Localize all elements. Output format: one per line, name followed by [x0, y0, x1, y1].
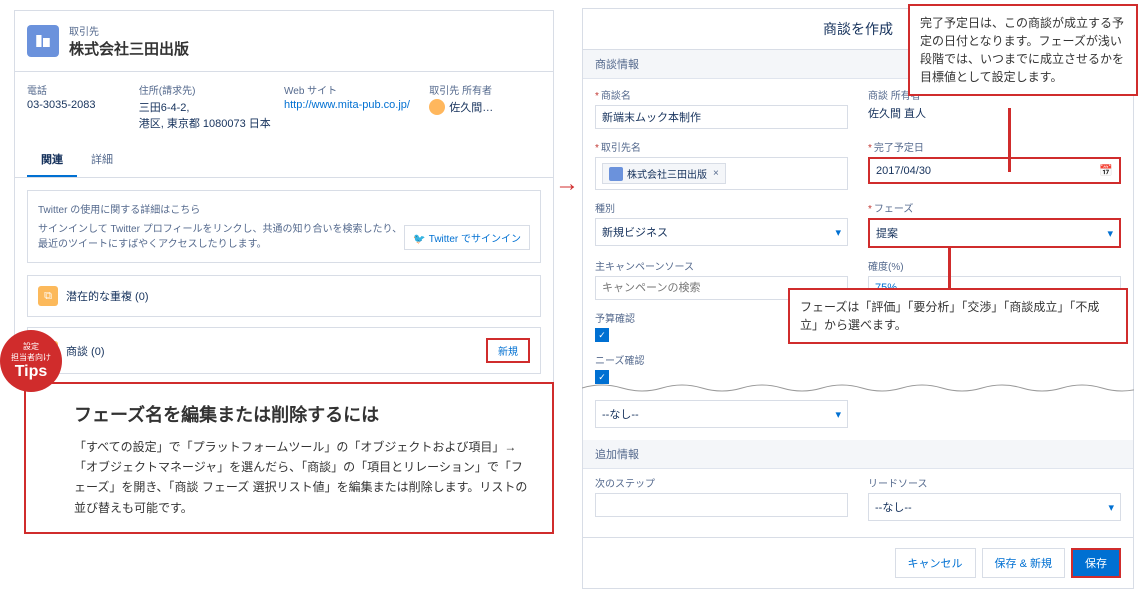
twitter-title: Twitter の使用に関する詳細はこちら [38, 201, 530, 216]
account-name-label: 取引先名 [595, 139, 848, 154]
record-name: 株式会社三田出版 [69, 38, 189, 59]
modal-lower: --なし-- ▾ 追加情報 次のステップ リードソース --なし-- ▾ [582, 394, 1134, 589]
phone-value: 03-3035-2083 [27, 99, 139, 111]
account-record-panel: 取引先 株式会社三田出版 電話 03-3035-2083 住所(請求先) 三田6… [14, 10, 554, 385]
opportunities-title: 商談 (0) [66, 343, 486, 359]
decision-select[interactable]: --なし-- ▾ [595, 400, 848, 428]
phone-label: 電話 [27, 82, 139, 97]
account-pill-text: 株式会社三田出版 [627, 166, 707, 181]
close-date-label: 完了予定日 [868, 139, 1121, 154]
wavy-separator [582, 382, 1134, 394]
callout-connector [948, 248, 951, 289]
tips-badge: 設定 担当者向け Tips [0, 330, 62, 392]
website-link[interactable]: http://www.mita-pub.co.jp/ [284, 99, 410, 111]
account-icon [27, 25, 59, 57]
record-tabs: 関連 詳細 [15, 143, 553, 178]
tab-related[interactable]: 関連 [27, 143, 77, 177]
duplicate-icon: ⧉ [38, 286, 58, 306]
record-header: 取引先 株式会社三田出版 [15, 11, 553, 72]
address-line2: 港区, 東京都 1080073 日本 [139, 115, 284, 131]
callout-close-date: 完了予定日は、この商談が成立する予定の日付となります。フェーズが浅い段階では、い… [908, 4, 1138, 96]
address-line1: 三田6-4-2, [139, 99, 284, 115]
twitter-signin-button[interactable]: 🐦Twitter でサインイン [404, 225, 530, 250]
twitter-card: Twitter の使用に関する詳細はこちら サインインして Twitter プロ… [27, 190, 541, 263]
save-button[interactable]: 保存 [1071, 548, 1121, 578]
tips-title: フェーズ名を編集または削除するには [74, 400, 532, 431]
type-label: 種別 [595, 200, 848, 215]
close-date-value: 2017/04/30 [876, 165, 931, 177]
tab-detail[interactable]: 詳細 [77, 143, 127, 177]
opp-owner-value: 佐久間 直人 [868, 105, 1121, 121]
cancel-button[interactable]: キャンセル [895, 548, 976, 578]
callout-phase: フェーズは「評価」「要分析」「交渉」「商談成立」「不成立」から選べます。 [788, 288, 1128, 344]
twitter-icon: 🐦 [413, 234, 425, 245]
account-pill-icon [609, 167, 623, 181]
remove-pill-icon[interactable]: × [713, 168, 719, 179]
account-lookup[interactable]: 株式会社三田出版 × [595, 157, 848, 190]
chevron-down-icon: ▾ [1107, 227, 1113, 240]
phase-label: フェーズ [868, 200, 1121, 215]
related-opportunities[interactable]: 🛍 商談 (0) 新規 [27, 327, 541, 374]
modal-footer: キャンセル 保存 & 新規 保存 [583, 537, 1133, 589]
campaign-label: 主キャンペーンソース [595, 258, 848, 273]
phase-value: 提案 [876, 225, 898, 241]
budget-checkbox[interactable]: ✓ [595, 328, 609, 342]
lead-source-label: リードソース [868, 475, 1121, 490]
type-value: 新規ビジネス [602, 224, 668, 240]
address-label: 住所(請求先) [139, 82, 284, 97]
highlight-fields: 電話 03-3035-2083 住所(請求先) 三田6-4-2, 港区, 東京都… [15, 72, 553, 137]
next-step-label: 次のステップ [595, 475, 848, 490]
callout-connector [1008, 108, 1011, 172]
phase-select[interactable]: 提案 ▾ [868, 218, 1121, 248]
chevron-down-icon: ▾ [835, 226, 841, 239]
lead-source-select[interactable]: --なし-- ▾ [868, 493, 1121, 521]
next-step-input[interactable] [595, 493, 848, 517]
arrow-icon: → [555, 170, 579, 198]
chevron-down-icon: ▾ [1108, 501, 1114, 514]
duplicates-title: 潜在的な重複 (0) [66, 288, 530, 304]
type-select[interactable]: 新規ビジネス ▾ [595, 218, 848, 246]
record-type-label: 取引先 [69, 23, 189, 38]
avatar [429, 99, 445, 115]
website-label: Web サイト [284, 82, 429, 97]
twitter-desc: サインインして Twitter プロフィールをリンクし、共通の知り合いを検索した… [38, 222, 404, 252]
chevron-down-icon: ▾ [835, 408, 841, 421]
calendar-icon[interactable]: 📅 [1099, 164, 1113, 177]
opp-name-input[interactable] [595, 105, 848, 129]
owner-name: 佐久間… [449, 99, 493, 115]
new-opportunity-button[interactable]: 新規 [486, 338, 530, 363]
opp-name-label: 商談名 [595, 87, 848, 102]
save-and-new-button[interactable]: 保存 & 新規 [982, 548, 1065, 578]
section-additional-info: 追加情報 [583, 440, 1133, 469]
owner-label: 取引先 所有者 [429, 82, 541, 97]
probability-label: 確度(%) [868, 258, 1121, 273]
tips-body: 「すべての設定」で「プラットフォームツール」の「オブジェクトおよび項目」→「オブ… [74, 437, 532, 519]
tips-box: フェーズ名を編集または削除するには 「すべての設定」で「プラットフォームツール」… [24, 382, 554, 534]
close-date-input[interactable]: 2017/04/30 📅 [868, 157, 1121, 184]
related-duplicates[interactable]: ⧉ 潜在的な重複 (0) [27, 275, 541, 317]
needs-label: ニーズ確認 [595, 352, 848, 367]
